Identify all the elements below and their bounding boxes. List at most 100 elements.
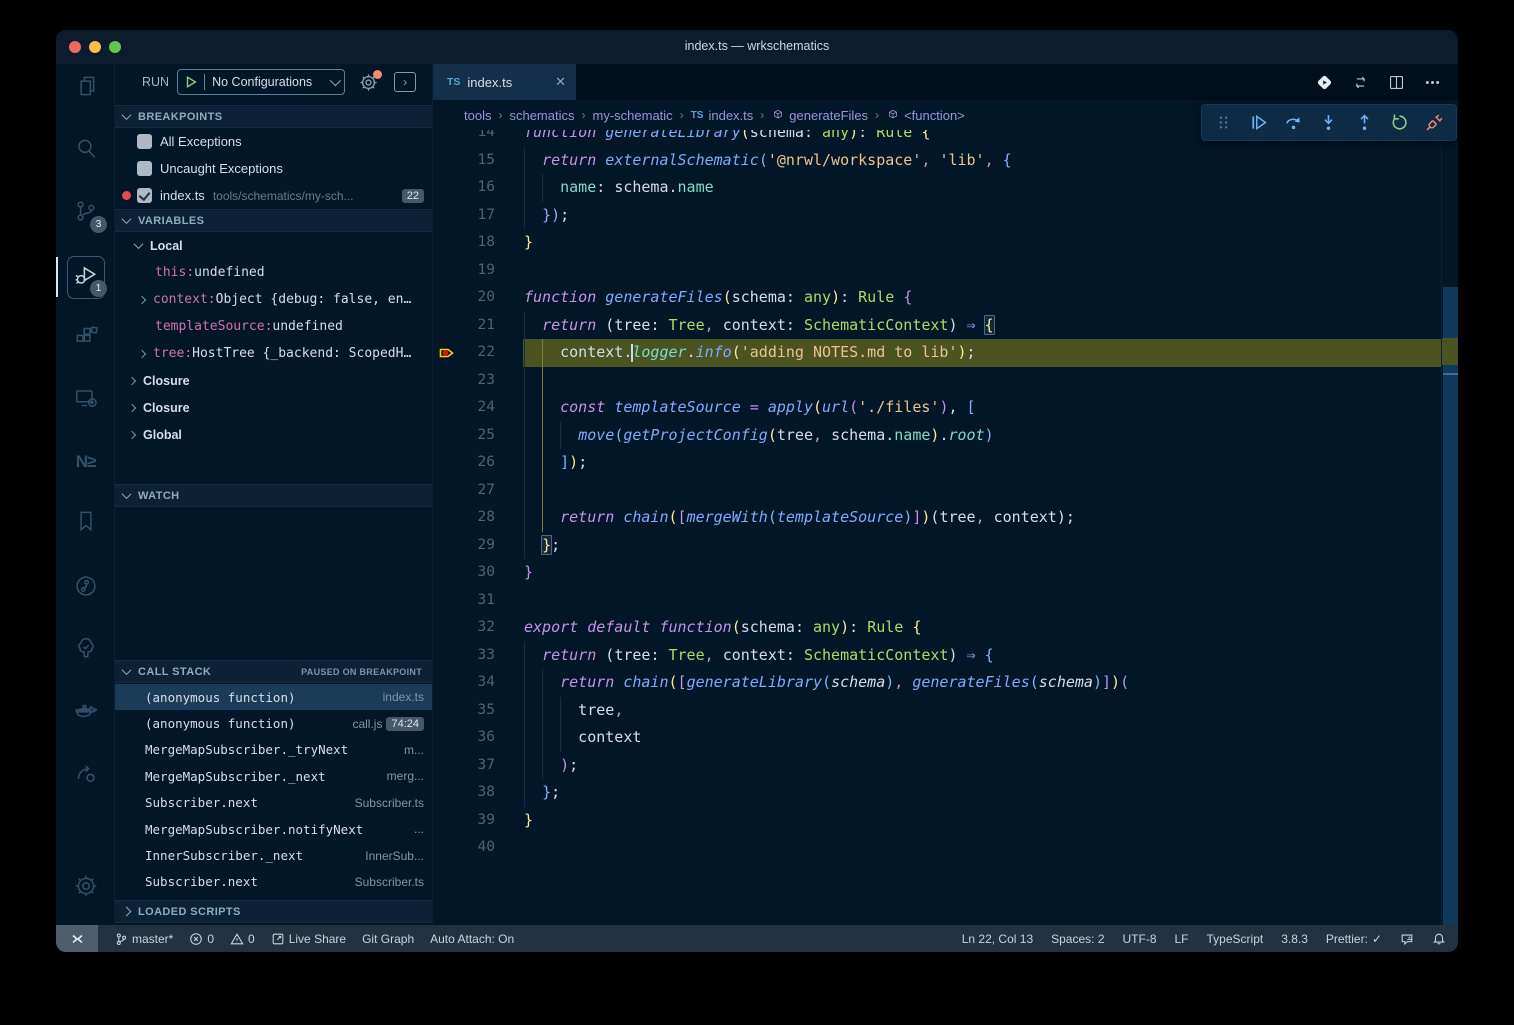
step-over-button[interactable] (1283, 112, 1304, 133)
activity-docker[interactable] (56, 689, 115, 737)
scope-global-row[interactable]: Global (115, 421, 432, 448)
loaded-scripts-section-header[interactable]: LOADED SCRIPTS (115, 900, 432, 923)
call-stack-frame[interactable]: MergeMapSubscriber._nextmerg... (115, 763, 432, 789)
breakpoint-row[interactable]: Uncaught Exceptions (115, 155, 432, 182)
step-out-button[interactable] (1354, 112, 1375, 133)
eol-item[interactable]: LF (1175, 932, 1189, 946)
code-line[interactable]: 35 tree, (433, 697, 1458, 725)
code-line[interactable]: 38 }; (433, 779, 1458, 807)
activity-search[interactable] (56, 126, 115, 174)
activity-extensions[interactable] (56, 314, 115, 362)
tab-index-ts[interactable]: TS index.ts ✕ (433, 64, 576, 100)
git-graph-item[interactable]: Git Graph (362, 932, 414, 946)
code-line[interactable]: 31 (433, 587, 1458, 615)
scope-closure-row[interactable]: Closure (115, 394, 432, 421)
variables-section-header[interactable]: VARIABLES (115, 209, 432, 232)
activity-source-control[interactable]: 3 (56, 189, 115, 237)
restart-button[interactable] (1389, 112, 1410, 133)
typescript-version-item[interactable]: 3.8.3 (1281, 932, 1308, 946)
code-line[interactable]: 30} (433, 559, 1458, 587)
notifications-bell-button[interactable] (1432, 932, 1446, 946)
code-line[interactable]: 36 context (433, 724, 1458, 752)
scrollbar-thumb[interactable] (1443, 287, 1458, 925)
activity-live-share[interactable] (56, 752, 115, 800)
cursor-position-item[interactable]: Ln 22, Col 13 (962, 932, 1033, 946)
code-line[interactable]: 17 }); (433, 202, 1458, 230)
code-line[interactable]: 28 return chain([mergeWith(templateSourc… (433, 504, 1458, 532)
code-line[interactable]: 23 (433, 367, 1458, 395)
open-changes-icon[interactable] (1315, 73, 1334, 92)
code-line[interactable]: 25 move(getProjectConfig(tree, schema.na… (433, 422, 1458, 450)
breakpoint-checkbox[interactable] (137, 188, 152, 203)
remote-indicator-button[interactable] (56, 925, 98, 952)
call-stack-frame[interactable]: Subscriber.nextSubscriber.ts (115, 869, 432, 895)
code-line[interactable]: 34 return chain([generateLibrary(schema)… (433, 669, 1458, 697)
activity-explorer[interactable] (56, 64, 115, 112)
call-stack-frame[interactable]: MergeMapSubscriber._tryNextm... (115, 737, 432, 763)
breakpoint-checkbox[interactable] (137, 134, 152, 149)
code-line[interactable]: 26 ]); (433, 449, 1458, 477)
debug-console-button[interactable]: › (394, 72, 416, 92)
scope-closure-row[interactable]: Closure (115, 367, 432, 394)
breakpoints-section-header[interactable]: BREAKPOINTS (115, 105, 432, 128)
code-line[interactable]: 33 return (tree: Tree, context: Schemati… (433, 642, 1458, 670)
code-line[interactable]: 21 return (tree: Tree, context: Schemati… (433, 312, 1458, 340)
variable-row[interactable]: context: Object {debug: false, en… (115, 286, 432, 313)
configuration-select[interactable]: No Configurations (212, 75, 312, 89)
variable-row[interactable]: templateSource: undefined (115, 313, 432, 340)
breadcrumb-item[interactable]: tools (464, 108, 491, 123)
code-line[interactable]: 20function generateFiles(schema: any): R… (433, 284, 1458, 312)
breadcrumb-item[interactable]: <function> (886, 108, 965, 123)
code-line[interactable]: 32export default function(schema: any): … (433, 614, 1458, 642)
call-stack-frame[interactable]: Subscriber.nextSubscriber.ts (115, 790, 432, 816)
more-actions-icon[interactable] (1423, 73, 1442, 92)
compare-changes-icon[interactable] (1351, 73, 1370, 92)
code-line[interactable]: 39} (433, 807, 1458, 835)
code-editor[interactable]: 14function generateLibrary(schema: any):… (433, 130, 1458, 925)
warnings-item[interactable]: 0 (230, 932, 255, 946)
activity-test-explorer[interactable] (56, 626, 115, 674)
scope-local[interactable]: Local (115, 232, 432, 259)
activity-remote-explorer[interactable] (56, 376, 115, 424)
disconnect-button[interactable] (1424, 112, 1445, 133)
feedback-button[interactable] (1400, 932, 1414, 946)
breakpoint-checkbox[interactable] (137, 161, 152, 176)
watch-section-header[interactable]: WATCH (115, 484, 432, 507)
call-stack-frame[interactable]: (anonymous function)index.ts (115, 684, 432, 710)
activity-bookmarks[interactable] (56, 499, 115, 547)
git-branch-item[interactable]: master* (114, 932, 173, 946)
close-tab-icon[interactable]: ✕ (555, 74, 566, 90)
breakpoint-row[interactable]: All Exceptions (115, 128, 432, 155)
editor-scrollbar[interactable] (1441, 130, 1458, 925)
code-line[interactable]: 16 name: schema.name (433, 174, 1458, 202)
breadcrumb-item[interactable]: schematics (509, 108, 574, 123)
call-stack-frame[interactable]: InnerSubscriber._nextInnerSub... (115, 842, 432, 868)
call-stack-frame[interactable]: (anonymous function)call.js74:24 (115, 710, 432, 736)
activity-settings[interactable] (56, 864, 115, 912)
step-into-button[interactable] (1318, 112, 1339, 133)
errors-item[interactable]: 0 (189, 932, 214, 946)
drag-handle-button[interactable] (1213, 112, 1234, 133)
continue-button[interactable] (1248, 112, 1269, 133)
activity-nx-console[interactable]: N≥ (56, 438, 115, 486)
breakpoint-row[interactable]: index.tstools/schematics/my-sch...22 (115, 182, 432, 209)
prettier-item[interactable]: Prettier:✓ (1326, 932, 1382, 946)
code-line[interactable]: 19 (433, 257, 1458, 285)
variable-row[interactable]: tree: HostTree {_backend: ScopedH… (115, 340, 432, 367)
code-line[interactable]: 40 (433, 834, 1458, 862)
split-editor-icon[interactable] (1387, 73, 1406, 92)
start-debug-button[interactable] (184, 75, 198, 89)
code-line[interactable]: 29 }; (433, 532, 1458, 560)
code-line[interactable]: 37 ); (433, 752, 1458, 780)
call-stack-section-header[interactable]: CALL STACK PAUSED ON BREAKPOINT (115, 660, 432, 683)
code-line[interactable]: 22 context.logger.info('adding NOTES.md … (433, 339, 1458, 367)
code-line[interactable]: 27 (433, 477, 1458, 505)
language-mode-item[interactable]: TypeScript (1207, 932, 1264, 946)
variable-row[interactable]: this: undefined (115, 259, 432, 286)
live-share-item[interactable]: Live Share (271, 932, 346, 946)
auto-attach-item[interactable]: Auto Attach: On (430, 932, 514, 946)
call-stack-frame[interactable]: MergeMapSubscriber.notifyNext... (115, 816, 432, 842)
encoding-item[interactable]: UTF-8 (1123, 932, 1157, 946)
breadcrumb-item[interactable]: TSindex.ts (691, 108, 754, 123)
configure-gear-button[interactable] (359, 73, 378, 92)
